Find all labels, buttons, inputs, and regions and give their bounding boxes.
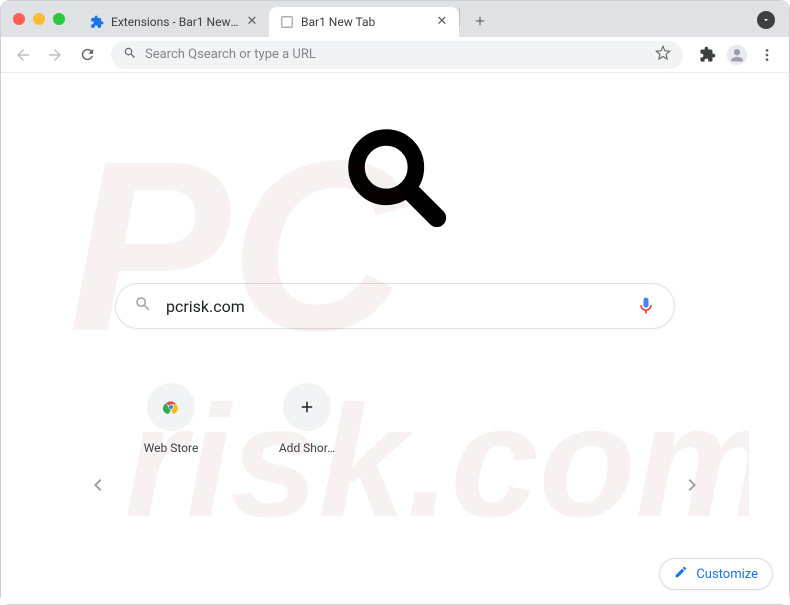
- shortcut-add[interactable]: Add Shor…: [267, 383, 347, 455]
- tab-extensions[interactable]: Extensions - Bar1 New Tab ✕: [79, 7, 269, 37]
- customize-button[interactable]: Customize: [659, 558, 773, 590]
- menu-button[interactable]: [753, 41, 781, 69]
- profile-avatar-button[interactable]: [723, 41, 751, 69]
- search-bar[interactable]: pcrisk.com: [115, 283, 675, 329]
- new-tab-button[interactable]: [466, 7, 494, 35]
- blank-favicon: [279, 14, 295, 30]
- window-maximize-button[interactable]: [53, 13, 65, 25]
- toolbar-right: [693, 41, 781, 69]
- webstore-icon: [147, 383, 195, 431]
- omnibox-placeholder: Search Qsearch or type a URL: [145, 47, 647, 62]
- forward-button[interactable]: [41, 41, 69, 69]
- pencil-icon: [674, 565, 688, 583]
- window-controls: [13, 13, 65, 25]
- titlebar: Extensions - Bar1 New Tab ✕ Bar1 New Tab…: [1, 1, 789, 37]
- search-icon: [134, 295, 152, 317]
- customize-label: Customize: [696, 567, 758, 582]
- carousel-prev-button[interactable]: [85, 473, 109, 501]
- shortcut-label: Add Shor…: [279, 441, 335, 455]
- browser-window: Extensions - Bar1 New Tab ✕ Bar1 New Tab…: [0, 0, 790, 605]
- tab-close-button[interactable]: ✕: [245, 15, 259, 29]
- toolbar: Search Qsearch or type a URL: [1, 37, 789, 73]
- shortcuts-row: Web Store Add Shor…: [131, 383, 789, 455]
- tab-close-button[interactable]: ✕: [435, 15, 449, 29]
- reload-button[interactable]: [73, 41, 101, 69]
- plus-icon: [283, 383, 331, 431]
- bookmark-star-icon[interactable]: [655, 45, 671, 65]
- tab-strip: Extensions - Bar1 New Tab ✕ Bar1 New Tab…: [79, 1, 494, 37]
- logo-area: [1, 121, 789, 235]
- chevron-down-icon[interactable]: [757, 11, 775, 29]
- tab-divider: [459, 8, 460, 26]
- tab-bar1-new-tab[interactable]: Bar1 New Tab ✕: [269, 7, 459, 37]
- voice-search-icon[interactable]: [636, 296, 656, 316]
- shortcut-web-store[interactable]: Web Store: [131, 383, 211, 455]
- window-close-button[interactable]: [13, 13, 25, 25]
- magnifier-logo-icon: [340, 121, 450, 235]
- search-input-value: pcrisk.com: [166, 297, 622, 316]
- back-button[interactable]: [9, 41, 37, 69]
- tab-title: Bar1 New Tab: [301, 15, 429, 29]
- extensions-button[interactable]: [693, 41, 721, 69]
- tab-title: Extensions - Bar1 New Tab: [111, 15, 239, 29]
- carousel-next-button[interactable]: [681, 473, 705, 501]
- puzzle-icon: [89, 14, 105, 30]
- shortcut-label: Web Store: [144, 441, 199, 455]
- search-icon: [123, 45, 137, 64]
- omnibox[interactable]: Search Qsearch or type a URL: [111, 41, 683, 69]
- page-content: PC risk.com pcrisk.com: [1, 73, 789, 604]
- window-minimize-button[interactable]: [33, 13, 45, 25]
